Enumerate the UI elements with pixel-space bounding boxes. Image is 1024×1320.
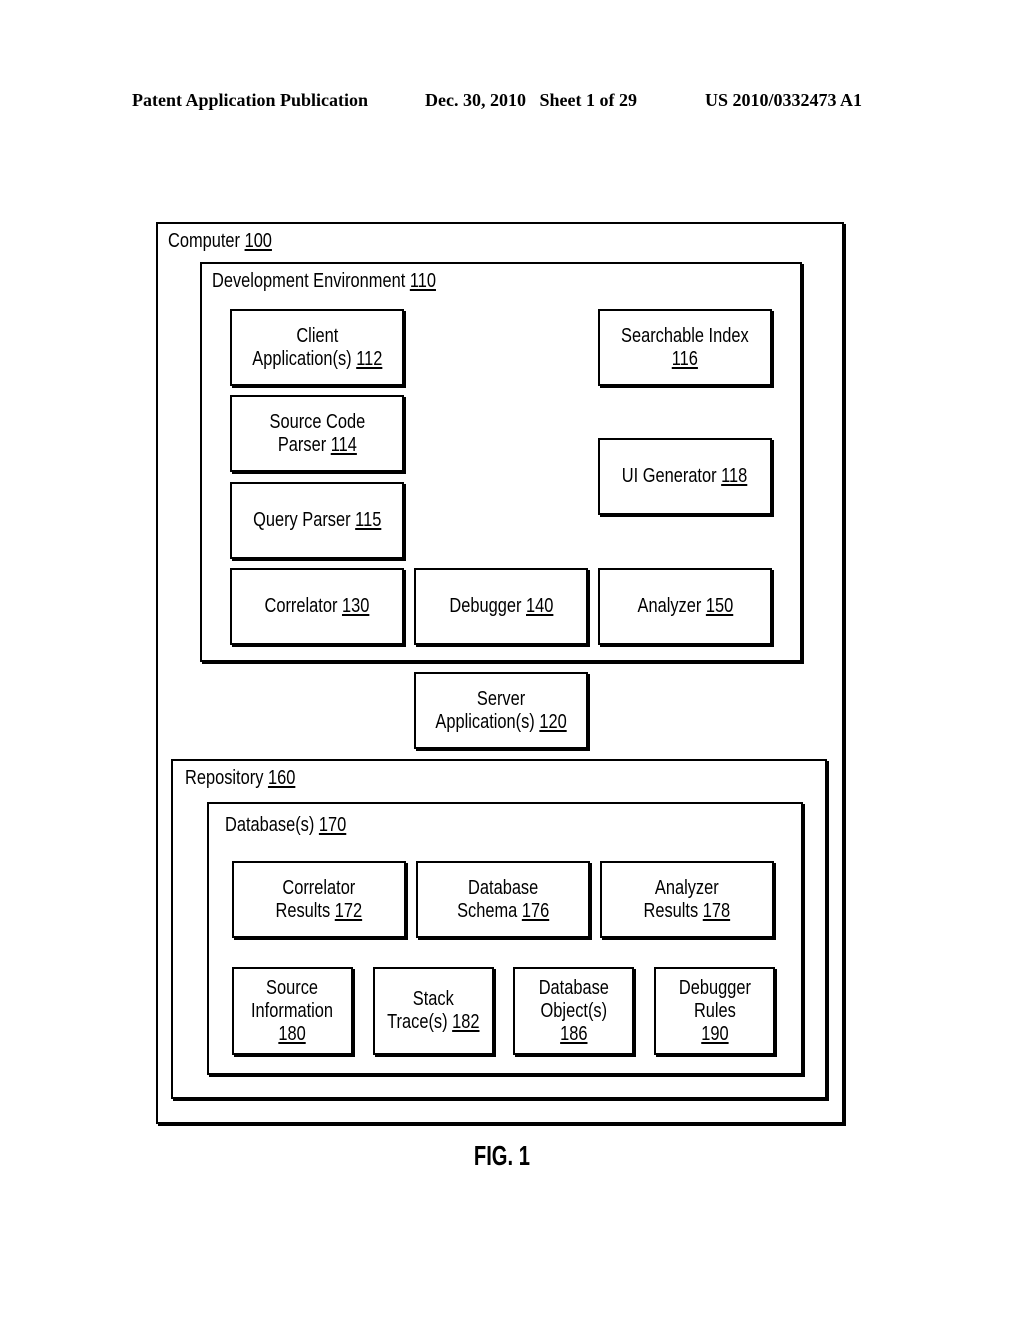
development-environment-label: Development Environment 110 [212,270,436,292]
figure-label: FIG. 1 [473,1140,530,1171]
source-code-parser-box: Source Code Parser 114 [230,395,404,472]
repository-label: Repository 160 [185,767,296,789]
correlator-box: Correlator 130 [230,568,404,645]
database-schema-box: Database Schema 176 [416,861,590,938]
client-application-box: Client Application(s) 112 [230,309,404,386]
correlator-results-box: Correlator Results 172 [232,861,406,938]
searchable-index-box: Searchable Index 116 [598,309,772,386]
computer-label: Computer 100 [168,230,272,252]
publication-title: Patent Application Publication [132,90,369,110]
source-information-box: Source Information 180 [232,967,353,1055]
analyzer-results-box: Analyzer Results 178 [600,861,774,938]
debugger-box: Debugger 140 [414,568,588,645]
stack-traces-box: Stack Trace(s) 182 [373,967,494,1055]
publication-number: US 2010/0332473 A1 [705,90,863,110]
publication-date-sheet: Dec. 30, 2010 Sheet 1 of 29 [425,90,637,110]
analyzer-box: Analyzer 150 [598,568,772,645]
databases-label: Database(s) 170 [225,814,347,836]
query-parser-box: Query Parser 115 [230,482,404,559]
debugger-rules-box: Debugger Rules 190 [654,967,775,1055]
database-objects-box: Database Object(s) 186 [513,967,634,1055]
server-application-box: Server Application(s) 120 [414,672,588,749]
ui-generator-box: UI Generator 118 [598,438,772,515]
